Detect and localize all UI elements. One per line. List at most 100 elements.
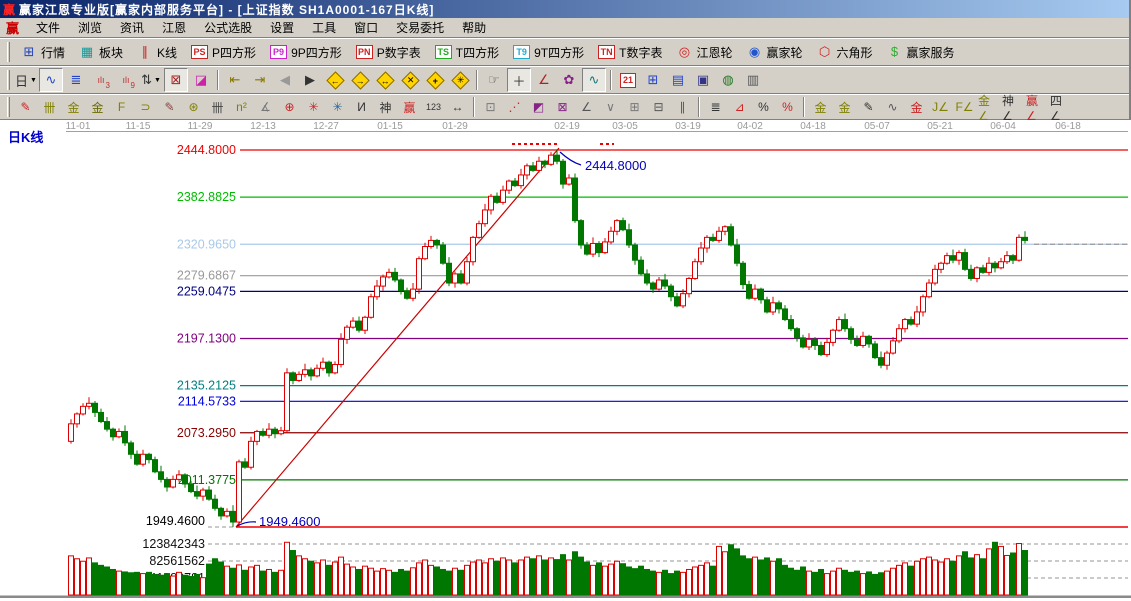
zoom-in-button[interactable]: +	[423, 68, 447, 92]
ying-grid-button[interactable]: 赢	[398, 96, 421, 118]
quotes-button[interactable]: ⊞ 行情	[14, 41, 72, 64]
p-square-button[interactable]: PS P四方形	[184, 41, 263, 64]
k-mark-button[interactable]: И	[350, 96, 373, 118]
angle-ruler-button[interactable]: ∡	[254, 96, 277, 118]
winner-wheel-icon: ◉	[748, 44, 761, 59]
shift-left-button[interactable]: ←	[323, 68, 347, 92]
bars-9-button[interactable]: ılı 9	[114, 68, 138, 92]
gold-underline-button[interactable]: 金	[905, 96, 928, 118]
gold-grid-2-button[interactable]: 金	[86, 96, 109, 118]
gann-grid-button[interactable]: 卌	[38, 96, 61, 118]
next-bar-button[interactable]: ▶	[298, 68, 322, 92]
winner-service-button[interactable]: $ 赢家服务	[880, 41, 962, 64]
pattern-tool-button[interactable]: ⊠	[164, 68, 188, 92]
plain-grid-button[interactable]: 卌	[206, 96, 229, 118]
fib-grid-button[interactable]: F	[110, 96, 133, 118]
hexagon-button[interactable]: ⬡ 六角形	[810, 41, 880, 64]
n2-grid-button[interactable]: n²	[230, 96, 253, 118]
winner-wheel-button[interactable]: ◉ 赢家轮	[739, 41, 809, 64]
prev-bar-button[interactable]: ◀	[273, 68, 297, 92]
menu-item-浏览[interactable]: 浏览	[69, 19, 111, 37]
printer-button[interactable]: ▥	[741, 68, 765, 92]
world-data-button[interactable]: ◍	[716, 68, 740, 92]
menu-item-设置[interactable]: 设置	[261, 19, 303, 37]
gold-lines-button[interactable]: 金	[833, 96, 856, 118]
calculator-button[interactable]: ⊞	[641, 68, 665, 92]
zoom-out-button[interactable]: ✕	[398, 68, 422, 92]
circle-angle-button[interactable]: ⊛	[182, 96, 205, 118]
shen-grid-button[interactable]: 神	[374, 96, 397, 118]
gold-circle-button[interactable]: 金	[809, 96, 832, 118]
sectors-button[interactable]: ▦ 板块	[72, 41, 130, 64]
wave-teal-button[interactable]: ∿	[582, 68, 606, 92]
t9-square-button[interactable]: T9 9T四方形	[506, 41, 591, 64]
fan-lines-button[interactable]: ⋰	[503, 96, 526, 118]
angle-fan-button[interactable]: ∠	[575, 96, 598, 118]
pencil-ruler-button[interactable]: ✎	[857, 96, 880, 118]
kline-plot[interactable]: 2444.8000 2382.8825 2320.9650 2279.68672259…	[0, 120, 1131, 601]
parallel-lines-button[interactable]: ∥	[671, 96, 694, 118]
percent-button[interactable]: %	[752, 96, 775, 118]
save-button[interactable]: ▣	[691, 68, 715, 92]
zoom-fit-button[interactable]: ✳	[448, 68, 472, 92]
si-angle-button[interactable]: 四∠	[1049, 94, 1072, 123]
percent-tri-button[interactable]: ⊿	[728, 96, 751, 118]
box-tool-button[interactable]: ⊡	[479, 96, 502, 118]
profile-histogram-button[interactable]: ◪	[189, 68, 213, 92]
menu-item-资讯[interactable]: 资讯	[111, 19, 153, 37]
menu-item-帮助[interactable]: 帮助	[453, 19, 495, 37]
grid-123-button[interactable]: 123	[422, 96, 445, 118]
gann-flower-button[interactable]: ✿	[557, 68, 581, 92]
candle-style-dropdown[interactable]: ⇅ ▼	[139, 68, 163, 92]
gann-wheel-button[interactable]: ◎ 江恩轮	[669, 41, 739, 64]
chart-area[interactable]: 日K线 11-01 11-15 11-29 12-13 12-27 01-15 01-29 0…	[0, 120, 1131, 601]
circle-cross-button[interactable]: ⊕	[278, 96, 301, 118]
span-tool-button[interactable]: ↔	[446, 96, 469, 118]
box-diag-button[interactable]: ⊠	[551, 96, 574, 118]
calendar-21-button[interactable]: 21	[616, 68, 640, 92]
grid-box-2-button[interactable]: ⊟	[647, 96, 670, 118]
menu-item-窗口[interactable]: 窗口	[345, 19, 387, 37]
menu-item-公式选股[interactable]: 公式选股	[195, 19, 261, 37]
spiral-button[interactable]: ⊃	[134, 96, 157, 118]
bars-3-button[interactable]: ılı 3	[89, 68, 113, 92]
p-number-table-button[interactable]: PN P数字表	[349, 41, 428, 64]
notepad-button[interactable]: ▤	[666, 68, 690, 92]
level-list-button[interactable]: ≣	[704, 96, 727, 118]
t-square-button[interactable]: TS T四方形	[428, 41, 506, 64]
menu-item-江恩[interactable]: 江恩	[153, 19, 195, 37]
percent-red-button[interactable]: %	[776, 96, 799, 118]
shen-angle-button[interactable]: 神∠	[1001, 94, 1024, 123]
pan-hand-button[interactable]: ☞	[482, 68, 506, 92]
fan-box-button[interactable]: ◩	[527, 96, 550, 118]
kline-button[interactable]: ∥ K线	[130, 41, 184, 64]
ying-angle-button[interactable]: 赢∠	[1025, 94, 1048, 123]
first-bar-button[interactable]: ⇤	[223, 68, 247, 92]
zoom-h-button[interactable]: ↔	[373, 68, 397, 92]
web-blue-button[interactable]: ✳	[326, 96, 349, 118]
f-angle-button[interactable]: F∠	[953, 96, 976, 118]
a-wave-button[interactable]: ∿	[881, 96, 904, 118]
crosshair-button[interactable]: ＋	[507, 68, 531, 92]
toolbar-grip	[7, 97, 10, 117]
web-red-button[interactable]: ✳	[302, 96, 325, 118]
p9-square-button[interactable]: P9 9P四方形	[263, 41, 349, 64]
j-angle-button[interactable]: J∠	[929, 96, 952, 118]
t-number-table-button[interactable]: TN T数字表	[591, 41, 669, 64]
gold-grid-1-button[interactable]: 金	[62, 96, 85, 118]
grid-box-1-button[interactable]: ⊞	[623, 96, 646, 118]
shift-right-button[interactable]: →	[348, 68, 372, 92]
gold-angle-button[interactable]: 金∠	[977, 94, 1000, 123]
gann-wave-tool[interactable]: ∿	[39, 68, 63, 92]
toolbar-label: 行情	[41, 45, 66, 60]
menu-item-文件[interactable]: 文件	[27, 19, 69, 37]
wave-v-button[interactable]: ∨	[599, 96, 622, 118]
pencil-grid-button[interactable]: ✎	[158, 96, 181, 118]
info-panel-button[interactable]: ≣	[64, 68, 88, 92]
angle-measure-button[interactable]: ∠	[532, 68, 556, 92]
last-bar-button[interactable]: ⇥	[248, 68, 272, 92]
menu-item-工具[interactable]: 工具	[303, 19, 345, 37]
period-day-dropdown[interactable]: 日 ▼	[14, 68, 38, 92]
draw-pencil-button[interactable]: ✎	[14, 96, 37, 118]
menu-item-交易委托[interactable]: 交易委托	[387, 19, 453, 37]
